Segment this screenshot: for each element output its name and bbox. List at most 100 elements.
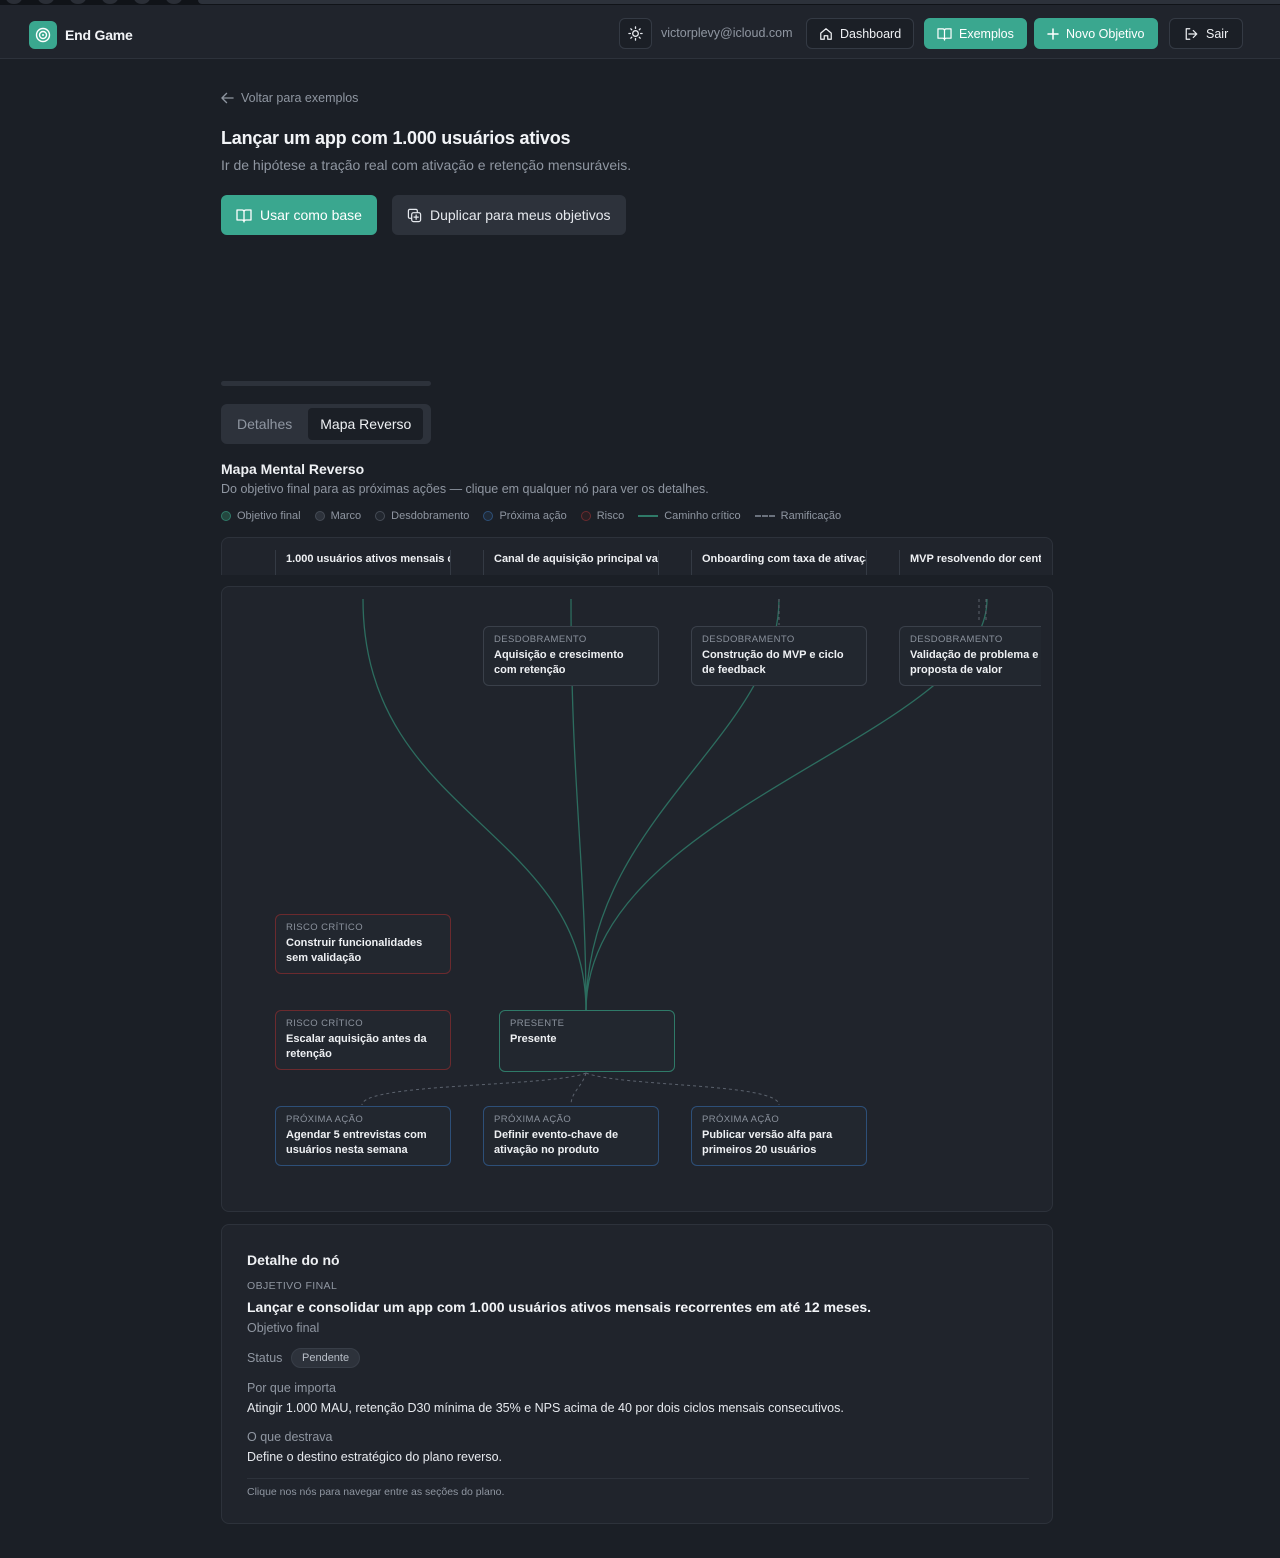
examples-button[interactable]: Exemplos <box>924 18 1027 49</box>
dashboard-button[interactable]: Dashboard <box>806 18 915 49</box>
node-label: Publicar versão alfa para primeiros 20 u… <box>702 1129 833 1156</box>
map-legend: Objetivo final Marco Desdobramento Próxi… <box>221 510 841 522</box>
sun-icon <box>628 26 643 41</box>
book-icon <box>236 208 252 223</box>
legend-breakdown: Desdobramento <box>375 510 469 522</box>
node-kind: Risco crítico <box>286 922 363 933</box>
legend-next-action: Próxima ação <box>483 510 567 522</box>
breakdown-node[interactable]: Desdobramento Construção do MVP e ciclo … <box>691 626 867 686</box>
node-kind: Desdobramento <box>702 634 795 645</box>
node-kind: Desdobramento <box>910 634 1003 645</box>
unlock-label: O que destrava <box>247 1430 333 1444</box>
duplicate-button[interactable]: Duplicar para meus objetivos <box>392 195 626 235</box>
node-kind: Próxima ação <box>286 1114 364 1125</box>
node-kind: Presente <box>510 1018 565 1029</box>
legend-label: Caminho crítico <box>664 510 741 522</box>
detail-heading: Lançar e consolidar um app com 1.000 usu… <box>247 1299 872 1315</box>
node-kind: Próxima ação <box>494 1114 572 1125</box>
breakdown-node[interactable]: Desdobramento Validação de problema e pr… <box>899 626 1041 686</box>
final-goal-dot-icon <box>221 511 231 521</box>
map-subtitle: Do objetivo final para as próximas ações… <box>221 482 709 496</box>
legend-milestone: Marco <box>314 510 362 522</box>
node-label: Construir funcionalidades sem validação <box>286 937 423 964</box>
node-label: Aquisição e crescimento com retenção <box>494 649 624 676</box>
node-label: Agendar 5 entrevistas com usuários nesta… <box>286 1129 427 1156</box>
legend-label: Ramificação <box>780 510 842 522</box>
back-link[interactable]: Voltar para exemplos <box>221 91 358 105</box>
node-detail-panel: Detalhe do nó OBJETIVO FINAL Lançar e co… <box>221 1224 1053 1524</box>
copy-icon <box>407 208 422 222</box>
why-text: Atingir 1.000 MAU, retenção D30 mínima d… <box>247 1401 844 1415</box>
present-node[interactable]: Presente Presente <box>499 1010 675 1072</box>
home-icon <box>820 27 832 40</box>
breakdown-dot-icon <box>375 511 386 521</box>
risk-node[interactable]: Risco crítico Escalar aquisição antes da… <box>275 1010 451 1070</box>
breakdown-node[interactable]: Desdobramento Aquisição e crescimento co… <box>483 626 659 686</box>
status-badge: Pendente <box>291 1348 361 1368</box>
legend-label: Desdobramento <box>391 510 470 522</box>
milestone-dot-icon <box>314 511 325 521</box>
milestone-node[interactable]: 1.000 usuários ativos mensais com retenç… <box>275 550 451 575</box>
book-icon <box>937 27 952 41</box>
navigation-hint: Clique nos nós para navegar entre as seç… <box>247 1486 505 1498</box>
legend-label: Risco <box>596 510 625 522</box>
app-header: End Game victorplevy@icloud.com Dashboar… <box>0 5 1280 59</box>
detail-kind: OBJETIVO FINAL <box>247 1280 338 1292</box>
progress-track <box>221 381 431 386</box>
tab-details[interactable]: Detalhes <box>225 408 304 440</box>
node-kind: Próxima ação <box>702 1114 780 1125</box>
detail-title: Detalhe do nó <box>247 1252 340 1268</box>
page-subtitle: Ir de hipótese a tração real com ativaçã… <box>221 157 632 173</box>
reverse-map-canvas[interactable]: Desdobramento Aquisição e crescimento co… <box>221 586 1053 1212</box>
app-name: End Game <box>65 27 133 43</box>
theme-toggle-button[interactable] <box>619 18 652 49</box>
branch-line <box>585 1072 780 1106</box>
use-as-base-button[interactable]: Usar como base <box>221 195 377 235</box>
dashboard-label: Dashboard <box>840 26 902 41</box>
legend-risk: Risco <box>580 510 625 522</box>
detail-type: Objetivo final <box>247 1321 320 1335</box>
page-title: Lançar um app com 1.000 usuários ativos <box>221 128 571 148</box>
node-kind: Risco crítico <box>286 1018 363 1029</box>
brand[interactable]: End Game <box>29 21 133 49</box>
back-label: Voltar para exemplos <box>241 91 359 105</box>
milestone-node[interactable]: Canal de aquisição principal validado <box>483 550 659 575</box>
milestone-node[interactable]: Onboarding com taxa de ativação acima de… <box>691 550 867 575</box>
use-as-base-label: Usar como base <box>260 207 362 223</box>
risk-dot-icon <box>580 511 591 521</box>
duplicate-label: Duplicar para meus objetivos <box>430 207 611 223</box>
legend-final-goal: Objetivo final <box>221 510 301 522</box>
next-action-node[interactable]: Próxima ação Publicar versão alfa para p… <box>691 1106 867 1166</box>
new-goal-button[interactable]: Novo Objetivo <box>1034 18 1158 49</box>
logout-label: Sair <box>1206 26 1229 41</box>
logout-button[interactable]: Sair <box>1169 18 1244 49</box>
next-action-node[interactable]: Próxima ação Definir evento-chave de ati… <box>483 1106 659 1166</box>
branch-line <box>570 1072 587 1106</box>
map-title: Mapa Mental Reverso <box>221 461 365 477</box>
node-label: Construção do MVP e ciclo de feedback <box>702 649 844 676</box>
legend-label: Objetivo final <box>237 510 301 522</box>
branch-line <box>361 1072 587 1106</box>
status-label: Status <box>247 1351 283 1365</box>
next-action-node[interactable]: Próxima ação Agendar 5 entrevistas com u… <box>275 1106 451 1166</box>
divider <box>247 1478 1029 1479</box>
why-label: Por que importa <box>247 1381 336 1395</box>
user-email: victorplevy@icloud.com <box>661 26 793 40</box>
logout-icon <box>1185 27 1198 40</box>
view-tabs: Detalhes Mapa Reverso <box>221 404 431 444</box>
tab-reverse-map[interactable]: Mapa Reverso <box>308 408 424 440</box>
node-label: Escalar aquisição antes da retenção <box>286 1033 427 1060</box>
milestone-strip: 1.000 usuários ativos mensais com retenç… <box>221 537 1053 575</box>
milestone-node[interactable]: MVP resolvendo dor central com evidência… <box>899 550 1041 575</box>
next-action-dot-icon <box>483 511 494 521</box>
examples-label: Exemplos <box>959 26 1014 41</box>
new-goal-label: Novo Objetivo <box>1066 26 1145 41</box>
legend-label: Marco <box>330 510 362 522</box>
node-label: Validação de problema e proposta de valo… <box>910 649 1039 676</box>
risk-node[interactable]: Risco crítico Construir funcionalidades … <box>275 914 451 974</box>
legend-label: Próxima ação <box>499 510 567 522</box>
solid-line-icon <box>638 515 659 517</box>
node-kind: Desdobramento <box>494 634 587 645</box>
legend-branch: Ramificação <box>754 510 842 522</box>
legend-critical-path: Caminho crítico <box>638 510 741 522</box>
